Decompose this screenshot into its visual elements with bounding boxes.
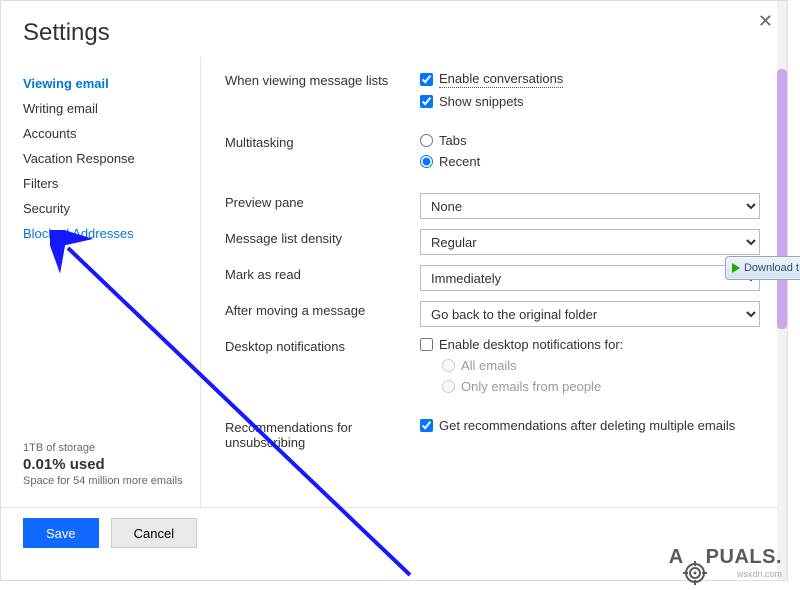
image-source: wsxdn.com: [737, 569, 782, 579]
label-preview-pane: Preview pane: [225, 193, 420, 210]
save-button[interactable]: Save: [23, 518, 99, 548]
radio-notif-all-input[interactable]: [442, 359, 455, 372]
watermark: A PUALS.: [669, 546, 782, 569]
watermark-suffix: PUALS.: [706, 546, 782, 568]
checkbox-enable-desktop-notif-input[interactable]: [420, 338, 433, 351]
checkbox-enable-desktop-notif-label: Enable desktop notifications for:: [439, 337, 623, 352]
dialog-body: Viewing email Writing email Accounts Vac…: [1, 57, 787, 507]
storage-percent: 0.01% used: [23, 456, 200, 473]
download-overlay-button[interactable]: Download t: [725, 256, 800, 280]
play-icon: [732, 263, 740, 273]
scrollbar-thumb[interactable]: [777, 69, 787, 329]
select-mark-read[interactable]: Immediately: [420, 265, 760, 291]
cancel-button[interactable]: Cancel: [111, 518, 197, 548]
sidebar-item-writing-email[interactable]: Writing email: [23, 96, 200, 121]
row-viewing-lists: When viewing message lists Enable conver…: [225, 71, 767, 115]
checkbox-enable-conversations[interactable]: Enable conversations: [420, 71, 767, 88]
label-desktop-notifications: Desktop notifications: [225, 337, 420, 354]
label-after-move: After moving a message: [225, 301, 420, 318]
radio-tabs-input[interactable]: [420, 134, 433, 147]
row-desktop-notifications: Desktop notifications Enable desktop not…: [225, 337, 767, 400]
select-preview-pane[interactable]: None: [420, 193, 760, 219]
checkbox-recommendations-label: Get recommendations after deleting multi…: [439, 418, 735, 433]
checkbox-show-snippets[interactable]: Show snippets: [420, 94, 767, 109]
select-density[interactable]: Regular: [420, 229, 760, 255]
main-panel: When viewing message lists Enable conver…: [201, 57, 787, 507]
checkbox-recommendations-input[interactable]: [420, 419, 433, 432]
download-overlay-label: Download t: [744, 262, 799, 274]
radio-recent-input[interactable]: [420, 155, 433, 168]
settings-dialog: ✕ Settings Viewing email Writing email A…: [0, 0, 788, 581]
sidebar-item-viewing-email[interactable]: Viewing email: [23, 71, 200, 96]
checkbox-enable-conversations-input[interactable]: [420, 73, 433, 86]
sidebar-item-filters[interactable]: Filters: [23, 171, 200, 196]
row-preview-pane: Preview pane None: [225, 193, 767, 219]
radio-notif-people[interactable]: Only emails from people: [442, 379, 767, 394]
row-multitasking: Multitasking Tabs Recent: [225, 133, 767, 175]
label-multitasking: Multitasking: [225, 133, 420, 150]
label-recommendations: Recommendations for unsubscribing: [225, 418, 420, 450]
radio-notif-people-input[interactable]: [442, 380, 455, 393]
radio-recent-label: Recent: [439, 154, 480, 169]
row-recommendations: Recommendations for unsubscribing Get re…: [225, 418, 767, 450]
radio-notif-all-label: All emails: [461, 358, 517, 373]
radio-notif-people-label: Only emails from people: [461, 379, 601, 394]
radio-tabs[interactable]: Tabs: [420, 133, 767, 148]
sidebar-item-security[interactable]: Security: [23, 196, 200, 221]
watermark-prefix: A: [669, 546, 684, 568]
sidebar-item-accounts[interactable]: Accounts: [23, 121, 200, 146]
radio-recent[interactable]: Recent: [420, 154, 767, 169]
row-mark-read: Mark as read Immediately: [225, 265, 767, 291]
page-title: Settings: [23, 19, 765, 47]
label-mark-read: Mark as read: [225, 265, 420, 282]
checkbox-show-snippets-label: Show snippets: [439, 94, 524, 109]
sidebar-item-blocked-addresses[interactable]: Blocked Addresses: [23, 221, 200, 246]
checkbox-enable-desktop-notif[interactable]: Enable desktop notifications for:: [420, 337, 767, 352]
sidebar-item-vacation-response[interactable]: Vacation Response: [23, 146, 200, 171]
storage-summary: 1TB of storage 0.01% used Space for 54 m…: [23, 442, 200, 497]
row-after-move: After moving a message Go back to the or…: [225, 301, 767, 327]
checkbox-show-snippets-input[interactable]: [420, 95, 433, 108]
label-viewing-lists: When viewing message lists: [225, 71, 420, 88]
sidebar-items: Viewing email Writing email Accounts Vac…: [23, 71, 200, 442]
radio-notif-all[interactable]: All emails: [442, 358, 767, 373]
select-after-move[interactable]: Go back to the original folder: [420, 301, 760, 327]
storage-total: 1TB of storage: [23, 442, 200, 454]
storage-remaining: Space for 54 million more emails: [23, 475, 200, 487]
radio-tabs-label: Tabs: [439, 133, 466, 148]
sidebar: Viewing email Writing email Accounts Vac…: [1, 57, 201, 507]
close-icon[interactable]: ✕: [758, 11, 773, 32]
label-density: Message list density: [225, 229, 420, 246]
checkbox-recommendations[interactable]: Get recommendations after deleting multi…: [420, 418, 767, 433]
checkbox-enable-conversations-label: Enable conversations: [439, 71, 563, 88]
row-density: Message list density Regular: [225, 229, 767, 255]
dialog-header: Settings: [1, 1, 787, 57]
